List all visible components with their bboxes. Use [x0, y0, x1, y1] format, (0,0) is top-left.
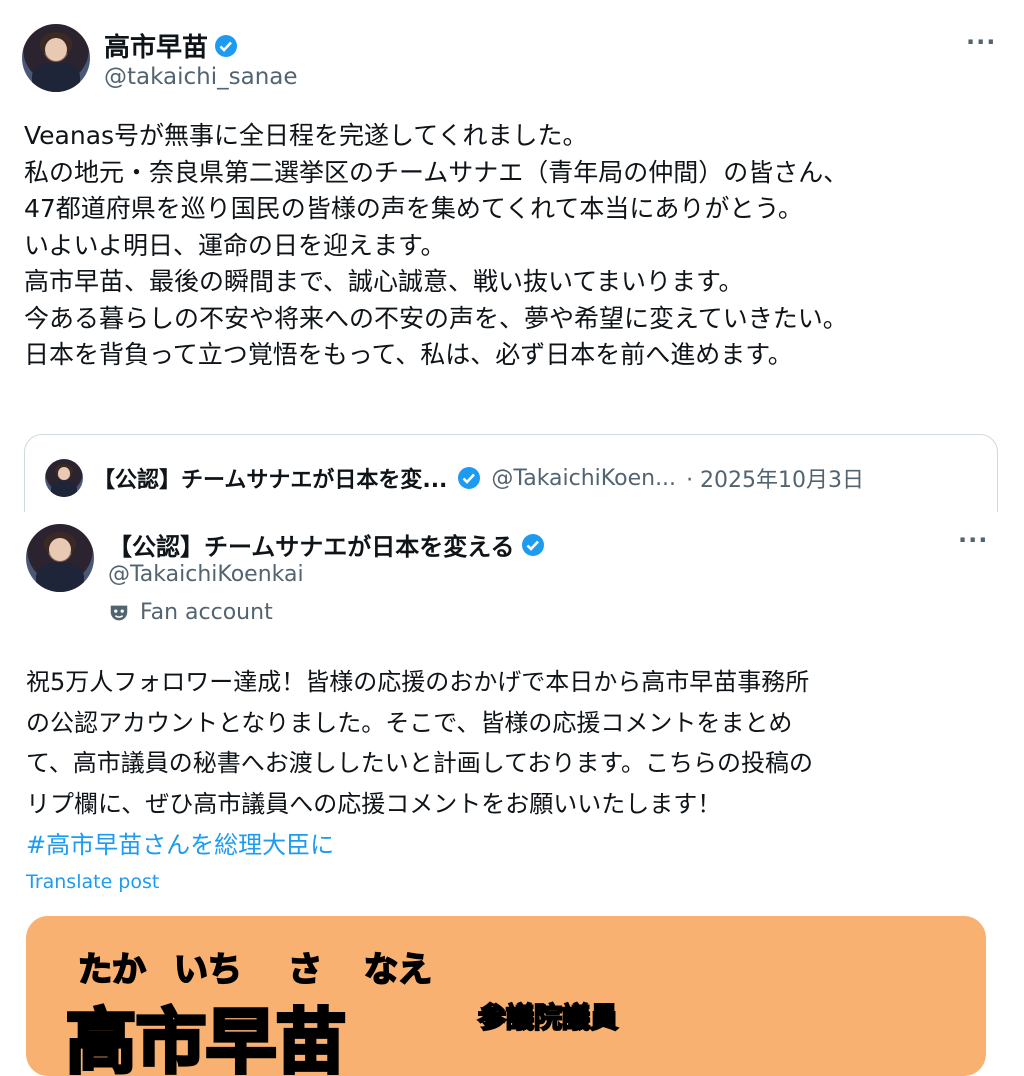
ruby-text: たか: [77, 949, 147, 991]
original-tweet: 高市早苗 @takaichi_sanae ··· Veanas号が無事に全日程を…: [0, 0, 1024, 512]
quote-date: · 2025年10月3日: [686, 468, 865, 493]
author-name[interactable]: 【公認】チームサナエが日本を変える: [108, 527, 515, 562]
author-avatar[interactable]: [22, 24, 90, 92]
ruby-text: いち: [173, 949, 243, 991]
author-avatar[interactable]: [26, 524, 94, 592]
more-icon[interactable]: ···: [966, 28, 996, 56]
author-handle[interactable]: @takaichi_sanae: [104, 64, 298, 90]
media-name: 高市早苗: [64, 999, 348, 1076]
media-title: 参議院議員: [477, 1000, 619, 1035]
verified-badge-icon: [458, 467, 481, 489]
fan-account-text: Fan account: [140, 600, 273, 625]
quote-avatar: [45, 459, 83, 497]
author-name[interactable]: 高市早苗: [104, 27, 208, 64]
translate-post-link[interactable]: Translate post: [26, 871, 159, 893]
quote-author-name: 【公認】チームサナエが日本を変...: [93, 468, 448, 493]
ruby-text: さ: [287, 949, 323, 991]
more-icon[interactable]: ···: [958, 526, 988, 554]
quoted-tweet-card[interactable]: 【公認】チームサナエが日本を変... @TakaichiKoen... · 20…: [24, 434, 998, 512]
fan-account-label: Fan account: [108, 600, 273, 625]
hashtag-link[interactable]: #高市早苗さんを総理大臣に: [26, 825, 334, 860]
fan-account-mask-icon: [110, 605, 128, 620]
author-handle[interactable]: @TakaichiKoenkai: [108, 562, 304, 587]
quote-author-handle: @TakaichiKoen...: [491, 465, 677, 491]
tweet-text: Veanas号が無事に全日程を完遂してくれました。 私の地元・奈良県第二選挙区の…: [24, 121, 849, 369]
tweet-text: 祝5万人フォロワー達成！皆様の応援のおかげで本日から高市早苗事務所 の公認アカウ…: [26, 668, 813, 818]
verified-badge-icon: [521, 533, 544, 556]
ruby-text: なえ: [363, 949, 433, 991]
verified-badge-icon: [215, 34, 238, 57]
attached-image[interactable]: たか いち さ なえ 参議院議員 高市早苗: [26, 916, 986, 1076]
